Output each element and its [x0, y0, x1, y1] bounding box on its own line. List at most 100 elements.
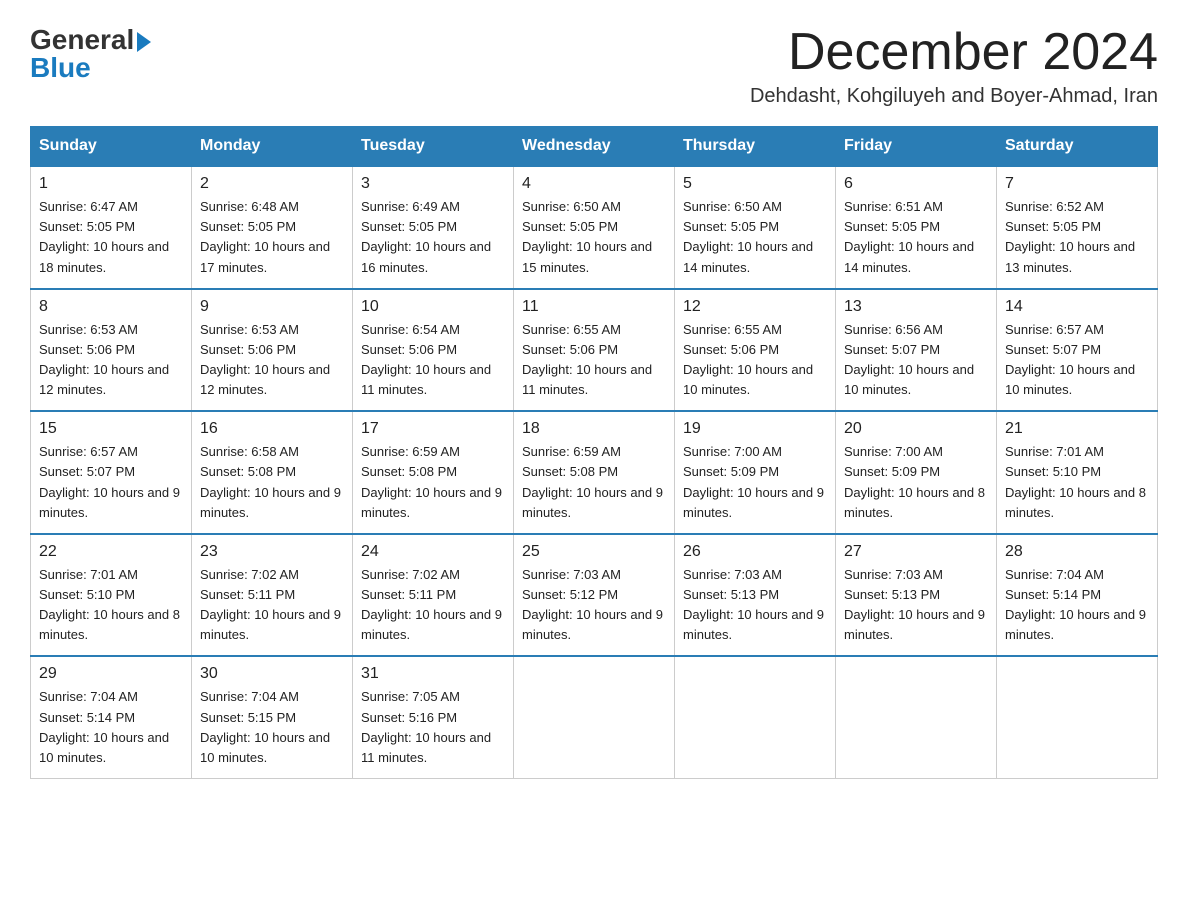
calendar-cell: 26 Sunrise: 7:03 AMSunset: 5:13 PMDayligh… [675, 534, 836, 657]
day-number: 4 [522, 175, 666, 193]
day-number: 6 [844, 175, 988, 193]
calendar-cell: 29 Sunrise: 7:04 AMSunset: 5:14 PMDayligh… [31, 656, 192, 778]
day-number: 3 [361, 175, 505, 193]
day-info: Sunrise: 6:58 AMSunset: 5:08 PMDaylight:… [200, 442, 344, 523]
calendar-cell: 3 Sunrise: 6:49 AMSunset: 5:05 PMDaylight… [353, 166, 514, 289]
calendar-cell: 5Sunrise: 6:50 AMSunset: 5:05 PMDaylight… [675, 166, 836, 289]
day-info: Sunrise: 7:00 AMSunset: 5:09 PMDaylight:… [683, 442, 827, 523]
day-info: Sunrise: 7:01 AMSunset: 5:10 PMDaylight:… [1005, 442, 1149, 523]
day-number: 20 [844, 420, 988, 438]
day-info: Sunrise: 7:00 AMSunset: 5:09 PMDaylight:… [844, 442, 988, 523]
calendar-cell: 11Sunrise: 6:55 AMSunset: 5:06 PMDayligh… [514, 289, 675, 412]
day-number: 31 [361, 665, 505, 683]
day-info: Sunrise: 6:57 AMSunset: 5:07 PMDaylight:… [39, 442, 183, 523]
day-info: Sunrise: 7:01 AMSunset: 5:10 PMDaylight:… [39, 565, 183, 646]
day-info: Sunrise: 6:51 AMSunset: 5:05 PMDaylight:… [844, 197, 988, 278]
calendar-table: SundayMondayTuesdayWednesdayThursdayFrid… [30, 126, 1158, 779]
day-number: 18 [522, 420, 666, 438]
day-number: 17 [361, 420, 505, 438]
calendar-cell: 20 Sunrise: 7:00 AMSunset: 5:09 PMDayligh… [836, 411, 997, 534]
day-info: Sunrise: 6:50 AMSunset: 5:05 PMDaylight:… [522, 197, 666, 278]
calendar-cell: 14 Sunrise: 6:57 AMSunset: 5:07 PMDayligh… [997, 289, 1158, 412]
calendar-cell: 13Sunrise: 6:56 AMSunset: 5:07 PMDayligh… [836, 289, 997, 412]
weekday-sunday: Sunday [31, 127, 192, 167]
week-row-1: 1 Sunrise: 6:47 AMSunset: 5:05 PMDaylight… [31, 166, 1158, 289]
calendar-cell [675, 656, 836, 778]
calendar-body: 1 Sunrise: 6:47 AMSunset: 5:05 PMDaylight… [31, 166, 1158, 778]
logo-blue-text: Blue [30, 52, 91, 84]
calendar-cell: 4 Sunrise: 6:50 AMSunset: 5:05 PMDaylight… [514, 166, 675, 289]
week-row-2: 8 Sunrise: 6:53 AMSunset: 5:06 PMDaylight… [31, 289, 1158, 412]
calendar-cell: 25 Sunrise: 7:03 AMSunset: 5:12 PMDayligh… [514, 534, 675, 657]
calendar-cell: 15 Sunrise: 6:57 AMSunset: 5:07 PMDayligh… [31, 411, 192, 534]
logo-triangle-icon [137, 32, 151, 52]
day-info: Sunrise: 6:55 AMSunset: 5:06 PMDaylight:… [522, 320, 666, 401]
calendar-cell: 18 Sunrise: 6:59 AMSunset: 5:08 PMDayligh… [514, 411, 675, 534]
weekday-friday: Friday [836, 127, 997, 167]
calendar-cell: 1 Sunrise: 6:47 AMSunset: 5:05 PMDaylight… [31, 166, 192, 289]
day-number: 28 [1005, 543, 1149, 561]
day-number: 12 [683, 298, 827, 316]
day-number: 29 [39, 665, 183, 683]
calendar-cell: 22 Sunrise: 7:01 AMSunset: 5:10 PMDayligh… [31, 534, 192, 657]
day-number: 30 [200, 665, 344, 683]
day-info: Sunrise: 7:02 AMSunset: 5:11 PMDaylight:… [361, 565, 505, 646]
day-number: 26 [683, 543, 827, 561]
day-info: Sunrise: 6:57 AMSunset: 5:07 PMDaylight:… [1005, 320, 1149, 401]
day-info: Sunrise: 6:54 AMSunset: 5:06 PMDaylight:… [361, 320, 505, 401]
calendar-subtitle: Dehdasht, Kohgiluyeh and Boyer-Ahmad, Ir… [750, 85, 1158, 108]
day-info: Sunrise: 6:55 AMSunset: 5:06 PMDaylight:… [683, 320, 827, 401]
day-number: 15 [39, 420, 183, 438]
week-row-5: 29 Sunrise: 7:04 AMSunset: 5:14 PMDayligh… [31, 656, 1158, 778]
day-info: Sunrise: 7:03 AMSunset: 5:13 PMDaylight:… [844, 565, 988, 646]
calendar-cell [997, 656, 1158, 778]
day-info: Sunrise: 7:03 AMSunset: 5:13 PMDaylight:… [683, 565, 827, 646]
day-info: Sunrise: 6:53 AMSunset: 5:06 PMDaylight:… [200, 320, 344, 401]
title-area: December 2024 Dehdasht, Kohgiluyeh and B… [750, 24, 1158, 108]
calendar-cell: 31 Sunrise: 7:05 AMSunset: 5:16 PMDayligh… [353, 656, 514, 778]
day-info: Sunrise: 7:05 AMSunset: 5:16 PMDaylight:… [361, 687, 505, 768]
weekday-saturday: Saturday [997, 127, 1158, 167]
day-number: 13 [844, 298, 988, 316]
weekday-tuesday: Tuesday [353, 127, 514, 167]
day-number: 7 [1005, 175, 1149, 193]
day-info: Sunrise: 6:49 AMSunset: 5:05 PMDaylight:… [361, 197, 505, 278]
week-row-3: 15 Sunrise: 6:57 AMSunset: 5:07 PMDayligh… [31, 411, 1158, 534]
day-number: 16 [200, 420, 344, 438]
day-info: Sunrise: 7:04 AMSunset: 5:15 PMDaylight:… [200, 687, 344, 768]
day-info: Sunrise: 7:03 AMSunset: 5:12 PMDaylight:… [522, 565, 666, 646]
calendar-cell: 19 Sunrise: 7:00 AMSunset: 5:09 PMDayligh… [675, 411, 836, 534]
calendar-cell: 28 Sunrise: 7:04 AMSunset: 5:14 PMDayligh… [997, 534, 1158, 657]
calendar-cell: 7Sunrise: 6:52 AMSunset: 5:05 PMDaylight… [997, 166, 1158, 289]
day-number: 25 [522, 543, 666, 561]
day-number: 8 [39, 298, 183, 316]
day-number: 19 [683, 420, 827, 438]
calendar-cell: 10 Sunrise: 6:54 AMSunset: 5:06 PMDayligh… [353, 289, 514, 412]
calendar-cell: 16 Sunrise: 6:58 AMSunset: 5:08 PMDayligh… [192, 411, 353, 534]
day-info: Sunrise: 6:47 AMSunset: 5:05 PMDaylight:… [39, 197, 183, 278]
calendar-cell: 8 Sunrise: 6:53 AMSunset: 5:06 PMDaylight… [31, 289, 192, 412]
calendar-cell [514, 656, 675, 778]
day-info: Sunrise: 6:48 AMSunset: 5:05 PMDaylight:… [200, 197, 344, 278]
calendar-cell: 23Sunrise: 7:02 AMSunset: 5:11 PMDayligh… [192, 534, 353, 657]
weekday-monday: Monday [192, 127, 353, 167]
week-row-4: 22 Sunrise: 7:01 AMSunset: 5:10 PMDayligh… [31, 534, 1158, 657]
day-number: 22 [39, 543, 183, 561]
day-info: Sunrise: 6:59 AMSunset: 5:08 PMDaylight:… [361, 442, 505, 523]
calendar-cell: 27 Sunrise: 7:03 AMSunset: 5:13 PMDayligh… [836, 534, 997, 657]
calendar-cell: 17 Sunrise: 6:59 AMSunset: 5:08 PMDayligh… [353, 411, 514, 534]
day-info: Sunrise: 7:04 AMSunset: 5:14 PMDaylight:… [39, 687, 183, 768]
day-info: Sunrise: 7:04 AMSunset: 5:14 PMDaylight:… [1005, 565, 1149, 646]
calendar-cell: 6 Sunrise: 6:51 AMSunset: 5:05 PMDaylight… [836, 166, 997, 289]
day-number: 2 [200, 175, 344, 193]
calendar-cell: 21Sunrise: 7:01 AMSunset: 5:10 PMDayligh… [997, 411, 1158, 534]
calendar-cell: 2 Sunrise: 6:48 AMSunset: 5:05 PMDaylight… [192, 166, 353, 289]
day-number: 1 [39, 175, 183, 193]
day-info: Sunrise: 6:59 AMSunset: 5:08 PMDaylight:… [522, 442, 666, 523]
day-number: 27 [844, 543, 988, 561]
day-number: 14 [1005, 298, 1149, 316]
day-info: Sunrise: 6:53 AMSunset: 5:06 PMDaylight:… [39, 320, 183, 401]
day-number: 10 [361, 298, 505, 316]
calendar-cell: 24Sunrise: 7:02 AMSunset: 5:11 PMDayligh… [353, 534, 514, 657]
weekday-wednesday: Wednesday [514, 127, 675, 167]
